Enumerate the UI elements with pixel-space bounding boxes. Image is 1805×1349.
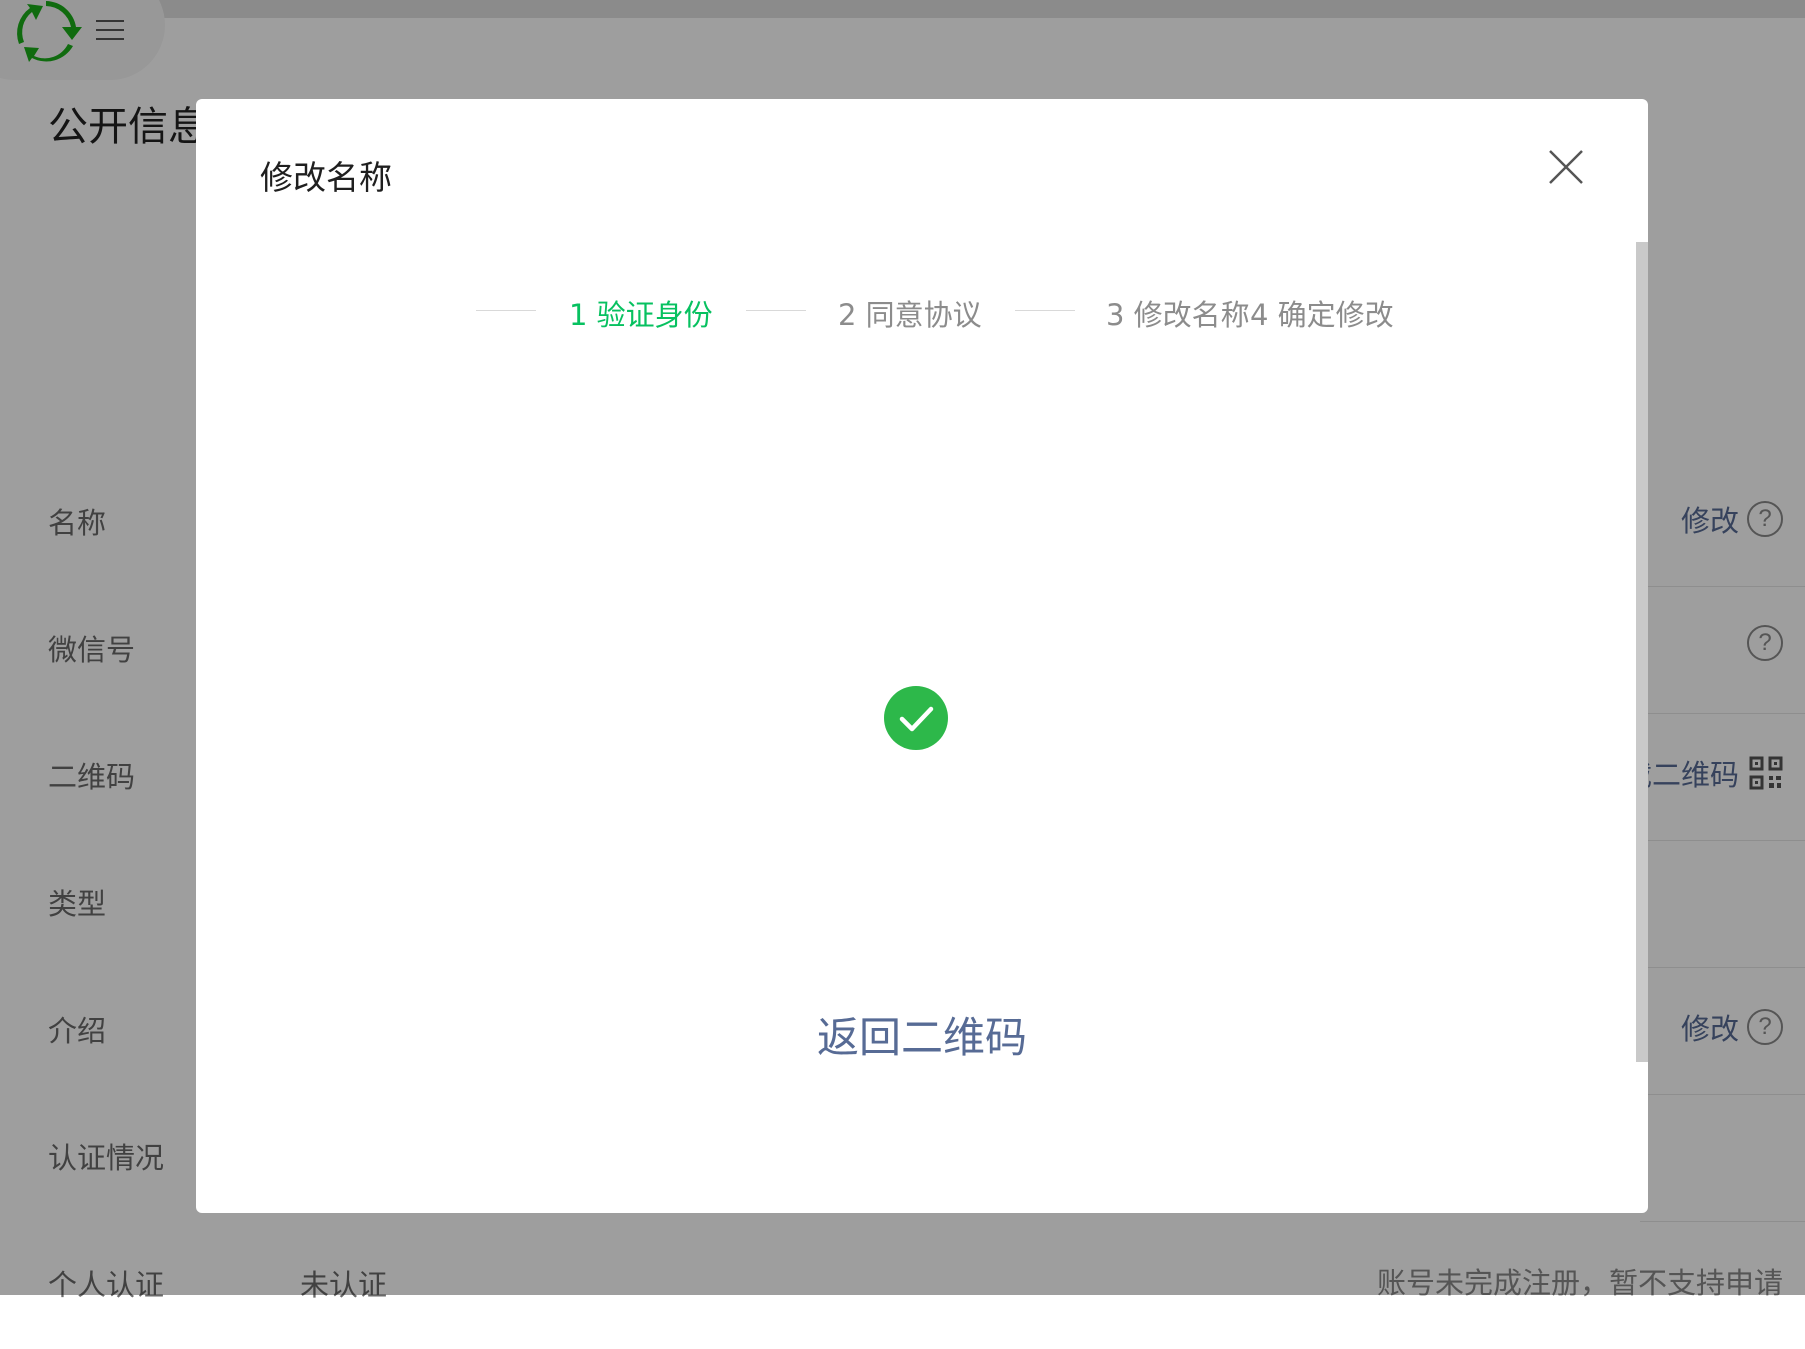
step-agree-terms: 2 同意协议 — [838, 298, 982, 332]
step-confirm-modify: 4 确定修改 — [1250, 298, 1394, 332]
close-icon[interactable] — [1546, 147, 1586, 187]
dialog-title: 修改名称 — [260, 158, 392, 197]
step-modify-name: 3 修改名称 — [1106, 298, 1250, 332]
modify-name-dialog: 修改名称 1 验证身份 2 同意协议 3 修改名称 4 确定修改 返回二维码 — [196, 99, 1648, 1213]
step-verify-identity: 1 验证身份 — [569, 298, 713, 332]
step-connector — [746, 310, 806, 311]
dialog-scrollbar[interactable] — [1636, 242, 1648, 1062]
step-connector — [1015, 310, 1075, 311]
success-check-icon — [884, 686, 948, 750]
step-connector — [476, 310, 536, 311]
return-qrcode-link[interactable]: 返回二维码 — [196, 1004, 1648, 1065]
